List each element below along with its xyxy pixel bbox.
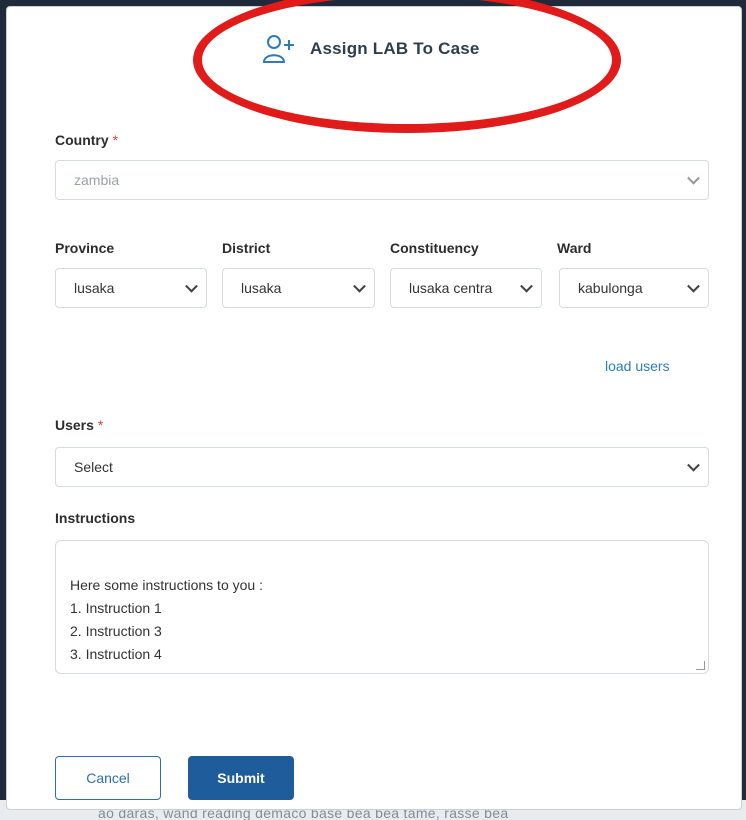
constituency-select[interactable]: lusaka centra <box>390 268 542 308</box>
instructions-textarea[interactable]: Here some instructions to you : 1. Instr… <box>55 540 709 674</box>
constituency-value: lusaka centra <box>409 280 493 296</box>
ward-label: Ward <box>557 240 592 256</box>
district-label: District <box>222 240 271 256</box>
users-label-text: Users <box>55 417 94 433</box>
users-value: Select <box>74 459 113 475</box>
chevron-down-icon <box>687 458 700 472</box>
ward-select[interactable]: kabulonga <box>559 268 709 308</box>
country-required-mark: * <box>112 132 119 148</box>
ward-value: kabulonga <box>578 280 643 296</box>
province-label: Province <box>55 240 115 256</box>
country-label-text: Country <box>55 132 109 148</box>
chevron-down-icon <box>353 279 366 293</box>
chevron-down-icon <box>687 171 700 185</box>
users-required-mark: * <box>97 417 104 433</box>
constituency-label: Constituency <box>390 240 479 256</box>
instructions-label: Instructions <box>55 510 136 526</box>
submit-button[interactable]: Submit <box>188 756 294 800</box>
country-value: zambia <box>74 172 120 188</box>
dialog-title-group: Assign LAB To Case <box>262 32 480 66</box>
instructions-text: Here some instructions to you : 1. Instr… <box>70 577 263 673</box>
country-select[interactable]: zambia <box>55 160 709 200</box>
district-value: lusaka <box>241 280 282 296</box>
country-label: Country * <box>55 132 118 148</box>
chevron-down-icon <box>185 279 198 293</box>
resize-handle[interactable] <box>696 661 705 670</box>
dialog-title: Assign LAB To Case <box>310 39 480 58</box>
province-value: lusaka <box>74 280 115 296</box>
assign-lab-dialog: Assign LAB To Case Country * zambia Prov… <box>6 0 742 810</box>
cancel-button[interactable]: Cancel <box>55 756 161 800</box>
dialog-header: Assign LAB To Case <box>7 7 741 87</box>
chevron-down-icon <box>520 279 533 293</box>
add-user-icon <box>262 32 296 66</box>
load-users-link[interactable]: load users <box>605 358 670 374</box>
province-select[interactable]: lusaka <box>55 268 207 308</box>
users-select[interactable]: Select <box>55 447 709 487</box>
district-select[interactable]: lusaka <box>222 268 375 308</box>
users-label: Users * <box>55 417 103 433</box>
chevron-down-icon <box>687 279 700 293</box>
